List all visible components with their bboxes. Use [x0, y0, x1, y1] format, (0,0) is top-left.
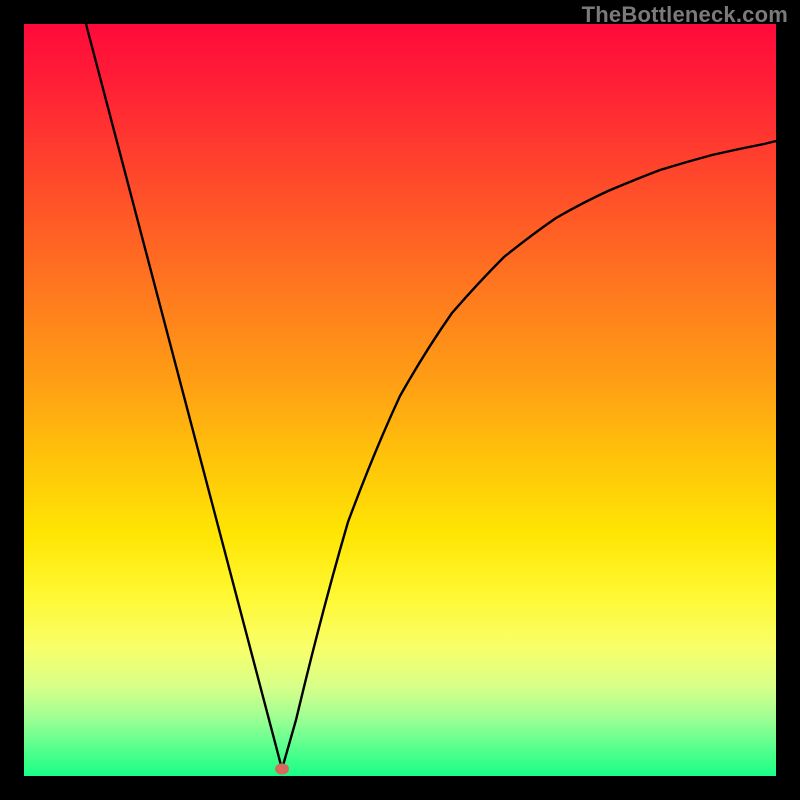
minimum-marker [275, 764, 289, 775]
curve-left-branch [86, 24, 282, 769]
curve-right-branch [282, 141, 776, 769]
bottleneck-curve [24, 24, 776, 776]
chart-frame: TheBottleneck.com [0, 0, 800, 800]
plot-area [24, 24, 776, 776]
